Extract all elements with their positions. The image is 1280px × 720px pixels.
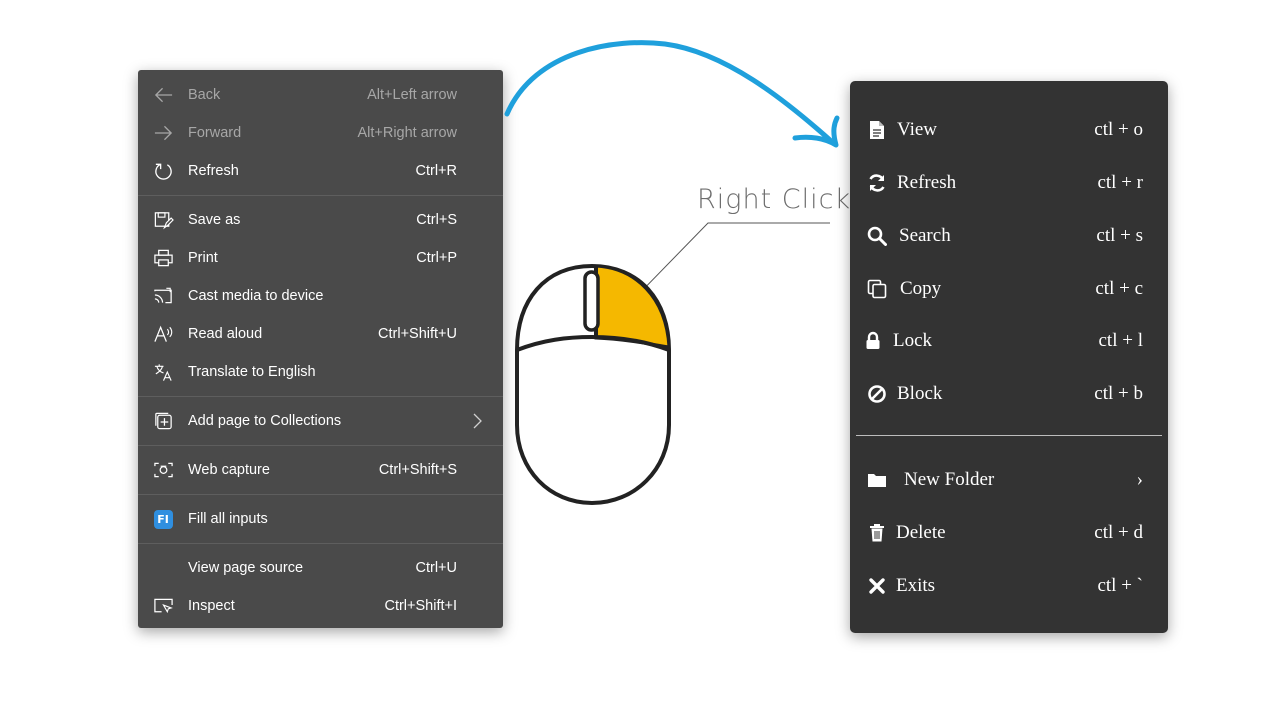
menu-item-add-to-collections[interactable]: Add page to Collections: [138, 402, 503, 440]
menu-item-search[interactable]: Search ctl + s: [850, 215, 1168, 255]
save-as-icon: [152, 210, 174, 230]
forward-arrow-icon: [152, 123, 174, 143]
menu-item-translate[interactable]: Translate to English: [138, 353, 503, 391]
menu-item-label: Copy: [900, 278, 942, 299]
inspect-icon: [152, 596, 174, 616]
menu-item-label: Fill all inputs: [188, 511, 268, 527]
menu-item-label: New Folder: [904, 469, 995, 490]
menu-item-shortcut: ctl + d: [1094, 522, 1143, 543]
menu-item-label: Translate to English: [188, 364, 316, 380]
menu-separator: [138, 494, 503, 495]
menu-item-label: Inspect: [188, 598, 235, 614]
menu-item-label: Lock: [893, 330, 933, 351]
menu-item-read-aloud[interactable]: Read aloud Ctrl+Shift+U: [138, 315, 503, 353]
mouse-icon: [515, 263, 671, 506]
menu-item-shortcut: Ctrl+Shift+U: [378, 326, 457, 342]
menu-item-shortcut: ctl + b: [1094, 383, 1143, 404]
document-icon: [866, 119, 888, 141]
menu-item-lock[interactable]: Lock ctl + l: [850, 320, 1168, 360]
menu-item-label: Search: [899, 225, 951, 246]
right-click-caption: Right Click: [697, 184, 852, 215]
refresh-icon: [152, 161, 174, 181]
translate-icon: [152, 362, 174, 382]
menu-separator: [138, 396, 503, 397]
menu-item-label: View page source: [188, 560, 304, 576]
menu-item-refresh[interactable]: Refresh ctl + r: [850, 162, 1168, 202]
menu-item-shortcut: ctl + o: [1094, 119, 1143, 140]
menu-item-label: Back: [188, 87, 221, 103]
collections-icon: [152, 411, 174, 431]
menu-separator: [138, 195, 503, 196]
menu-item-view[interactable]: View ctl + o: [850, 109, 1168, 149]
menu-item-web-capture[interactable]: Web capture Ctrl+Shift+S: [138, 451, 503, 489]
menu-item-shortcut: ctl + `: [1097, 575, 1143, 596]
chevron-right-icon: [473, 413, 482, 429]
menu-item-refresh[interactable]: Refresh Ctrl+R: [138, 152, 503, 190]
trash-icon: [866, 522, 888, 544]
refresh-icon: [866, 172, 888, 194]
menu-item-shortcut: ctl + l: [1098, 330, 1144, 351]
menu-item-delete[interactable]: Delete ctl + d: [850, 512, 1168, 552]
custom-context-menu: View ctl + o Refresh ctl + r Search ctl …: [850, 81, 1168, 633]
menu-item-label: Save as: [188, 212, 241, 228]
menu-item-shortcut: Alt+Right arrow: [357, 125, 457, 141]
menu-item-shortcut: Ctrl+S: [416, 212, 457, 228]
menu-item-view-page-source[interactable]: View page source Ctrl+U: [138, 549, 503, 587]
menu-item-forward[interactable]: Forward Alt+Right arrow: [138, 114, 503, 152]
curved-arrow: [504, 40, 840, 148]
menu-item-cast-media[interactable]: Cast media to device: [138, 277, 503, 315]
printer-icon: [152, 248, 174, 268]
menu-item-shortcut: Alt+Left arrow: [367, 87, 457, 103]
menu-item-fill-all-inputs[interactable]: FI Fill all inputs: [138, 500, 503, 538]
menu-item-label: Web capture: [188, 462, 270, 478]
submenu-chevron: ›: [1136, 469, 1143, 490]
menu-item-label: Block: [897, 383, 943, 404]
copy-icon: [866, 278, 888, 300]
back-arrow-icon: [152, 85, 174, 105]
menu-item-label: Add page to Collections: [188, 413, 342, 429]
menu-item-label: Print: [188, 250, 218, 266]
menu-separator: [856, 435, 1162, 436]
fill-inputs-extension-icon: FI: [152, 509, 174, 529]
folder-icon: [866, 469, 888, 491]
lock-icon: [862, 330, 884, 352]
menu-item-shortcut: Ctrl+U: [415, 560, 458, 576]
menu-item-label: Read aloud: [188, 326, 263, 342]
menu-item-inspect[interactable]: Inspect Ctrl+Shift+I: [138, 587, 503, 625]
menu-item-label: Delete: [896, 522, 946, 543]
menu-item-shortcut: ctl + c: [1095, 278, 1143, 299]
close-x-icon: [866, 575, 888, 597]
menu-item-copy[interactable]: Copy ctl + c: [850, 268, 1168, 308]
menu-item-shortcut: ctl + r: [1097, 172, 1143, 193]
menu-item-print[interactable]: Print Ctrl+P: [138, 239, 503, 277]
menu-item-label: Refresh: [188, 163, 239, 179]
menu-item-block[interactable]: Block ctl + b: [850, 373, 1168, 413]
menu-item-label: Refresh: [897, 172, 957, 193]
extension-badge: FI: [153, 509, 173, 529]
web-capture-icon: [152, 460, 174, 480]
browser-context-menu: Back Alt+Left arrow Forward Alt+Right ar…: [138, 70, 503, 628]
menu-item-label: View: [897, 119, 938, 140]
menu-item-back[interactable]: Back Alt+Left arrow: [138, 76, 503, 114]
menu-item-exits[interactable]: Exits ctl + `: [850, 565, 1168, 605]
menu-item-shortcut: Ctrl+R: [415, 163, 458, 179]
read-aloud-icon: [152, 324, 174, 344]
menu-item-new-folder[interactable]: New Folder ›: [850, 459, 1168, 499]
menu-item-shortcut: Ctrl+P: [416, 250, 457, 266]
menu-item-label: Cast media to device: [188, 288, 324, 304]
search-icon: [866, 225, 888, 247]
cast-icon: [152, 286, 174, 306]
menu-separator: [138, 445, 503, 446]
menu-separator: [138, 543, 503, 544]
menu-item-shortcut: Ctrl+Shift+I: [384, 598, 457, 614]
block-icon: [866, 383, 888, 405]
menu-item-shortcut: Ctrl+Shift+S: [378, 462, 457, 478]
menu-item-shortcut: ctl + s: [1096, 225, 1143, 246]
menu-item-save-as[interactable]: Save as Ctrl+S: [138, 201, 503, 239]
menu-item-label: Forward: [188, 125, 242, 141]
menu-item-label: Exits: [896, 575, 936, 596]
